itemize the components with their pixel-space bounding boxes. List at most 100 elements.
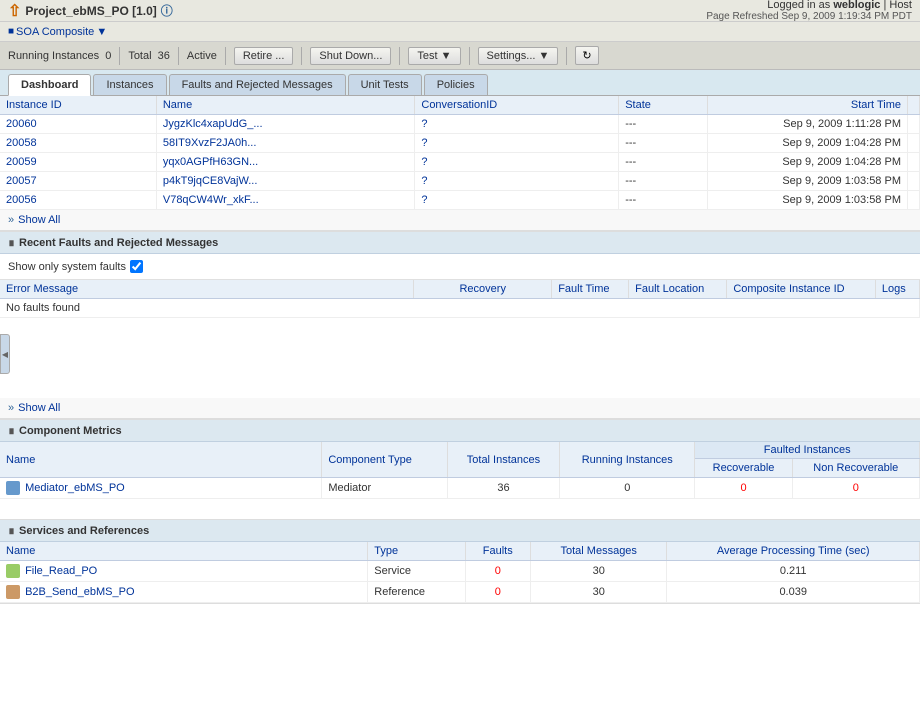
component-metrics-section: ∎ Component Metrics Name Component Type …: [0, 420, 920, 520]
show-all-label[interactable]: Show All: [18, 214, 60, 226]
metrics-col-name: Name: [0, 442, 322, 478]
instance-time-cell: Sep 9, 2009 1:03:58 PM: [708, 172, 908, 191]
refresh-timestamp: Page Refreshed Sep 9, 2009 1:19:34 PM PD…: [706, 11, 912, 22]
system-faults-checkbox[interactable]: [130, 260, 143, 273]
metrics-name-link[interactable]: Mediator_ebMS_PO: [25, 482, 125, 494]
svc-name-link[interactable]: B2B_Send_ebMS_PO: [25, 586, 134, 598]
soa-composite-link[interactable]: ■ SOA Composite ▼: [8, 26, 107, 38]
settings-button[interactable]: Settings... ▼: [478, 47, 559, 65]
toolbar: Running Instances 0 Total 36 Active Reti…: [0, 42, 920, 70]
svc-name-cell[interactable]: File_Read_PO: [0, 561, 368, 582]
instance-state-cell: ---: [619, 134, 708, 153]
separator-2: [178, 47, 179, 65]
svc-messages-cell: 30: [531, 561, 667, 582]
tab-policies[interactable]: Policies: [424, 74, 488, 95]
tab-unit-tests[interactable]: Unit Tests: [348, 74, 422, 95]
col-error-message: Error Message: [0, 280, 414, 299]
logged-in-label: Logged in as: [767, 0, 830, 11]
tab-instances[interactable]: Instances: [93, 74, 166, 95]
instance-id-cell[interactable]: 20057: [0, 172, 156, 191]
instance-id-cell[interactable]: 20058: [0, 134, 156, 153]
svc-name-cell[interactable]: B2B_Send_ebMS_PO: [0, 582, 368, 603]
instance-time-cell: Sep 9, 2009 1:03:58 PM: [708, 191, 908, 210]
instance-name-cell[interactable]: 58IT9XvzF2JA0h...: [156, 134, 415, 153]
row-scroll-cell: [908, 115, 920, 134]
tab-faults[interactable]: Faults and Rejected Messages: [169, 74, 346, 95]
metrics-col-running: Running Instances: [560, 442, 695, 478]
faults-collapse-icon[interactable]: ∎: [8, 236, 15, 249]
svc-avgtime-cell: 0.211: [667, 561, 920, 582]
separator-5: [399, 47, 400, 65]
metrics-col-type: Component Type: [322, 442, 448, 478]
instance-state-cell: ---: [619, 172, 708, 191]
services-section: ∎ Services and References Name Type Faul…: [0, 520, 920, 604]
faults-section-header: ∎ Recent Faults and Rejected Messages: [0, 232, 920, 254]
col-recovery: Recovery: [414, 280, 552, 299]
instance-name-cell[interactable]: p4kT9jqCE8VajW...: [156, 172, 415, 191]
row-scroll-cell: [908, 172, 920, 191]
svc-faults-cell: 0: [465, 582, 531, 603]
separator-7: [566, 47, 567, 65]
retire-button[interactable]: Retire ...: [234, 47, 294, 65]
instance-id-cell[interactable]: 20056: [0, 191, 156, 210]
b2b-icon: [6, 585, 20, 599]
collapse-handle[interactable]: ◀: [0, 334, 10, 374]
metrics-nonrecoverable-cell: 0: [792, 478, 919, 499]
col-state: State: [619, 96, 708, 115]
instances-table: Instance ID Name ConversationID State St…: [0, 96, 920, 210]
services-section-header: ∎ Services and References: [0, 520, 920, 542]
metrics-collapse-icon[interactable]: ∎: [8, 424, 15, 437]
faults-section-title: Recent Faults and Rejected Messages: [19, 237, 218, 249]
metrics-section-header: ∎ Component Metrics: [0, 420, 920, 442]
running-instances-label: Running Instances 0: [8, 50, 111, 62]
instance-id-cell[interactable]: 20059: [0, 153, 156, 172]
col-fault-location: Fault Location: [629, 280, 727, 299]
svc-avgtime-cell: 0.039: [667, 582, 920, 603]
svc-name-link[interactable]: File_Read_PO: [25, 565, 97, 577]
faults-show-all[interactable]: » Show All: [0, 398, 920, 419]
row-scroll-cell: [908, 191, 920, 210]
metrics-col-recoverable: Recoverable: [695, 459, 792, 478]
table-row: 20056 V78qCW4Wr_xkF... ? --- Sep 9, 2009…: [0, 191, 920, 210]
metrics-col-total: Total Instances: [447, 442, 559, 478]
svc-type-cell: Service: [368, 561, 465, 582]
svc-col-name: Name: [0, 542, 368, 561]
table-row: 20060 JygzKlc4xapUdG_... ? --- Sep 9, 20…: [0, 115, 920, 134]
username: weblogic: [833, 0, 880, 11]
test-dropdown-icon: ▼: [441, 50, 452, 62]
no-faults-row: No faults found: [0, 299, 920, 318]
instance-conv-cell: ?: [415, 115, 619, 134]
test-button[interactable]: Test ▼: [408, 47, 460, 65]
soa-label: SOA Composite: [16, 26, 94, 38]
services-section-title: Services and References: [19, 525, 149, 537]
instance-state-cell: ---: [619, 115, 708, 134]
info-icon[interactable]: ⓘ: [161, 2, 173, 19]
metrics-type-cell: Mediator: [322, 478, 448, 499]
svc-col-type: Type: [368, 542, 465, 561]
soa-icon: ■: [8, 26, 14, 37]
instance-name-cell[interactable]: V78qCW4Wr_xkF...: [156, 191, 415, 210]
instances-show-all[interactable]: » Show All: [0, 210, 920, 231]
svc-messages-cell: 30: [531, 582, 667, 603]
shutdown-button[interactable]: Shut Down...: [310, 47, 391, 65]
separator-4: [301, 47, 302, 65]
svc-col-total-messages: Total Messages: [531, 542, 667, 561]
instance-id-cell[interactable]: 20060: [0, 115, 156, 134]
home-arrow-icon: ⇧: [8, 1, 21, 21]
faults-show-all-label[interactable]: Show All: [18, 402, 60, 414]
show-system-faults-label: Show only system faults: [8, 261, 126, 273]
services-row: B2B_Send_ebMS_PO Reference 0 30 0.039: [0, 582, 920, 603]
chevron-down-icon: ▼: [96, 26, 107, 38]
col-logs: Logs: [875, 280, 919, 299]
services-collapse-icon[interactable]: ∎: [8, 524, 15, 537]
separator-6: [469, 47, 470, 65]
services-table: Name Type Faults Total Messages Average …: [0, 542, 920, 603]
metrics-row: Mediator_ebMS_PO Mediator 36 0 0 0: [0, 478, 920, 499]
metrics-name-cell[interactable]: Mediator_ebMS_PO: [0, 478, 322, 499]
instance-name-cell[interactable]: yqx0AGPfH63GN...: [156, 153, 415, 172]
instances-section: Instance ID Name ConversationID State St…: [0, 96, 920, 232]
refresh-button[interactable]: ↻: [575, 46, 598, 65]
faults-table: Error Message Recovery Fault Time Fault …: [0, 280, 920, 318]
instance-name-cell[interactable]: JygzKlc4xapUdG_...: [156, 115, 415, 134]
tab-dashboard[interactable]: Dashboard: [8, 74, 91, 96]
